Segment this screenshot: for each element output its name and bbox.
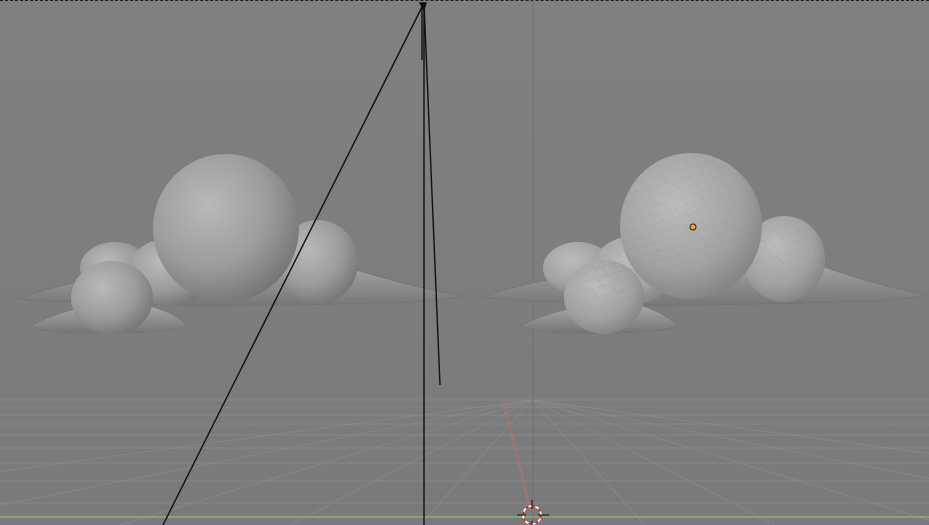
floor-grid bbox=[0, 399, 929, 525]
cloud-faceted[interactable] bbox=[482, 153, 927, 334]
cloud-smooth-main-sphere bbox=[153, 154, 299, 302]
viewport-canvas[interactable] bbox=[0, 0, 929, 525]
cloud-smooth[interactable] bbox=[17, 154, 464, 335]
object-origin-dot[interactable] bbox=[689, 223, 697, 231]
cloud-smooth-front-sphere bbox=[71, 261, 153, 335]
camera-frustum-right-line bbox=[423, 2, 441, 386]
cloud-faceted-facet-overlay bbox=[564, 153, 825, 334]
viewport-3d[interactable] bbox=[0, 0, 929, 525]
